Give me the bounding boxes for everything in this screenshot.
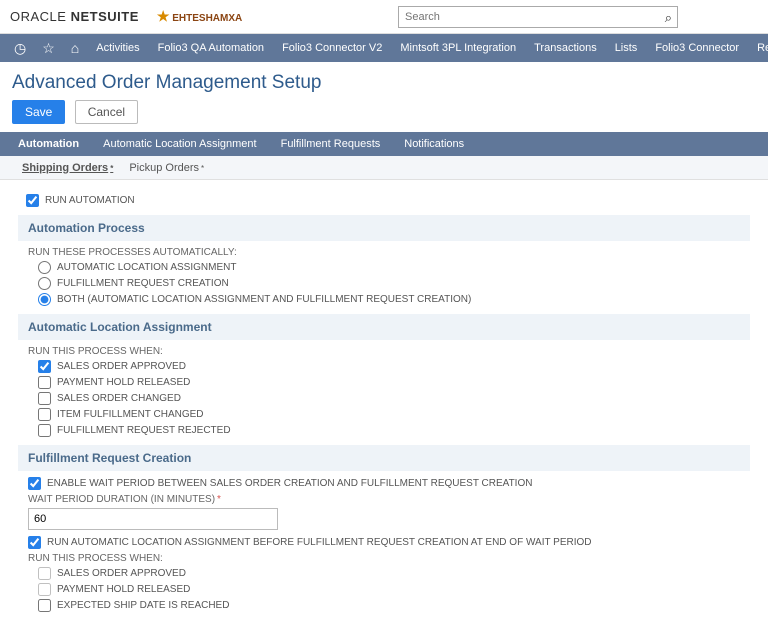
frc-wait-input[interactable]	[28, 508, 278, 530]
ala-c1[interactable]: SALES ORDER APPROVED	[38, 360, 740, 373]
ala-c4-input[interactable]	[38, 408, 51, 421]
ala-c1-input[interactable]	[38, 360, 51, 373]
run-automation-checkbox[interactable]	[26, 194, 39, 207]
ap-radio-frc[interactable]: FULFILLMENT REQUEST CREATION	[38, 277, 740, 290]
frc-run-auto[interactable]: RUN AUTOMATIC LOCATION ASSIGNMENT BEFORE…	[28, 536, 740, 549]
ap-radio-both[interactable]: BOTH (AUTOMATIC LOCATION ASSIGNMENT AND …	[38, 293, 740, 306]
section-ala-body: RUN THIS PROCESS WHEN: SALES ORDER APPRO…	[18, 346, 750, 437]
frc-c3-label: EXPECTED SHIP DATE IS REACHED	[57, 600, 229, 611]
search-icon[interactable]: ⌕	[665, 10, 672, 26]
main-tabs: Automation Automatic Location Assignment…	[0, 132, 768, 156]
search-input[interactable]	[398, 6, 678, 28]
frc-c1[interactable]: SALES ORDER APPROVED	[38, 567, 740, 580]
frc-enable-wait-input[interactable]	[28, 477, 41, 490]
nav-folio3-v2[interactable]: Folio3 Connector V2	[273, 42, 391, 54]
subtab-pickup-label: Pickup Orders	[129, 162, 199, 174]
frc-wait-label: WAIT PERIOD DURATION (IN MINUTES)*	[28, 494, 740, 505]
nav-mintsoft[interactable]: Mintsoft 3PL Integration	[391, 42, 525, 54]
tab-fr[interactable]: Fulfillment Requests	[269, 132, 393, 156]
section-automation-process: Automation Process	[18, 215, 750, 241]
brand-prefix: ORACLE	[10, 9, 66, 24]
ala-c1-label: SALES ORDER APPROVED	[57, 361, 186, 372]
subtab-pickup[interactable]: Pickup Orders*	[121, 162, 212, 174]
section-frc-body: ENABLE WAIT PERIOD BETWEEN SALES ORDER C…	[18, 477, 750, 612]
company-badge: EHTESHAMXA	[157, 8, 242, 25]
frc-c1-label: SALES ORDER APPROVED	[57, 568, 186, 579]
run-automation-row[interactable]: RUN AUTOMATION	[26, 194, 750, 207]
ala-c2[interactable]: PAYMENT HOLD RELEASED	[38, 376, 740, 389]
tab-automation[interactable]: Automation	[6, 132, 91, 156]
ala-c3-input[interactable]	[38, 392, 51, 405]
frc-enable-wait[interactable]: ENABLE WAIT PERIOD BETWEEN SALES ORDER C…	[28, 477, 740, 490]
company-name: EHTESHAMXA	[172, 13, 242, 24]
nav-activities[interactable]: Activities	[87, 42, 148, 54]
frc-c2-input[interactable]	[38, 583, 51, 596]
brand-logo: ORACLE NETSUITE	[10, 9, 139, 24]
ap-radio-frc-input[interactable]	[38, 277, 51, 290]
nav-transactions[interactable]: Transactions	[525, 42, 606, 54]
section-ala: Automatic Location Assignment	[18, 314, 750, 340]
nav-folio3-qa[interactable]: Folio3 QA Automation	[149, 42, 273, 54]
frc-c1-input[interactable]	[38, 567, 51, 580]
search-wrap: ⌕	[398, 6, 678, 28]
ala-c3[interactable]: SALES ORDER CHANGED	[38, 392, 740, 405]
frc-c3-input[interactable]	[38, 599, 51, 612]
home-icon[interactable]: ⌂	[63, 40, 87, 56]
tab-ala[interactable]: Automatic Location Assignment	[91, 132, 268, 156]
ap-opt2-label: FULFILLMENT REQUEST CREATION	[57, 278, 229, 289]
button-row: Save Cancel	[0, 100, 768, 132]
ala-c3-label: SALES ORDER CHANGED	[57, 393, 181, 404]
clock-icon[interactable]: ◷	[6, 40, 34, 57]
brand-suffix: NETSUITE	[71, 9, 139, 24]
ap-opt1-label: AUTOMATIC LOCATION ASSIGNMENT	[57, 262, 236, 273]
nav-folio3-connector[interactable]: Folio3 Connector	[646, 42, 748, 54]
content: RUN AUTOMATION Automation Process RUN TH…	[0, 180, 768, 635]
ap-radio-both-input[interactable]	[38, 293, 51, 306]
ala-c5-label: FULFILLMENT REQUEST REJECTED	[57, 425, 231, 436]
required-icon: *	[110, 164, 113, 173]
frc-run-auto-input[interactable]	[28, 536, 41, 549]
ala-c5-input[interactable]	[38, 424, 51, 437]
ap-radio-ala-input[interactable]	[38, 261, 51, 274]
frc-enable-wait-label: ENABLE WAIT PERIOD BETWEEN SALES ORDER C…	[47, 478, 532, 489]
ala-c2-label: PAYMENT HOLD RELEASED	[57, 377, 190, 388]
star-icon[interactable]: ☆	[34, 40, 63, 57]
top-bar: ORACLE NETSUITE EHTESHAMXA ⌕	[0, 0, 768, 34]
cancel-button[interactable]: Cancel	[75, 100, 138, 124]
ap-opt3-label: BOTH (AUTOMATIC LOCATION ASSIGNMENT AND …	[57, 294, 471, 305]
frc-c3[interactable]: EXPECTED SHIP DATE IS REACHED	[38, 599, 740, 612]
required-asterisk: *	[217, 494, 221, 505]
nav-reports[interactable]: Reports	[748, 42, 768, 54]
ap-run-label: RUN THESE PROCESSES AUTOMATICALLY:	[28, 247, 740, 258]
required-icon: *	[201, 164, 204, 173]
page-title: Advanced Order Management Setup	[0, 62, 768, 100]
frc-c2-label: PAYMENT HOLD RELEASED	[57, 584, 190, 595]
nav-bar: ◷ ☆ ⌂ Activities Folio3 QA Automation Fo…	[0, 34, 768, 62]
run-automation-label: RUN AUTOMATION	[45, 195, 135, 206]
ala-c4[interactable]: ITEM FULFILLMENT CHANGED	[38, 408, 740, 421]
ap-radio-ala[interactable]: AUTOMATIC LOCATION ASSIGNMENT	[38, 261, 740, 274]
nav-lists[interactable]: Lists	[606, 42, 647, 54]
tab-notifications[interactable]: Notifications	[392, 132, 476, 156]
ala-c4-label: ITEM FULFILLMENT CHANGED	[57, 409, 204, 420]
section-automation-process-body: RUN THESE PROCESSES AUTOMATICALLY: AUTOM…	[18, 247, 750, 306]
ala-run-label: RUN THIS PROCESS WHEN:	[28, 346, 740, 357]
subtab-shipping[interactable]: Shipping Orders*	[14, 162, 121, 174]
ala-c2-input[interactable]	[38, 376, 51, 389]
subtab-shipping-label: Shipping Orders	[22, 162, 108, 174]
frc-run-auto-label: RUN AUTOMATIC LOCATION ASSIGNMENT BEFORE…	[47, 537, 592, 548]
ala-c5[interactable]: FULFILLMENT REQUEST REJECTED	[38, 424, 740, 437]
sub-tabs: Shipping Orders* Pickup Orders*	[0, 156, 768, 180]
section-frc: Fulfillment Request Creation	[18, 445, 750, 471]
frc-c2[interactable]: PAYMENT HOLD RELEASED	[38, 583, 740, 596]
save-button[interactable]: Save	[12, 100, 65, 124]
